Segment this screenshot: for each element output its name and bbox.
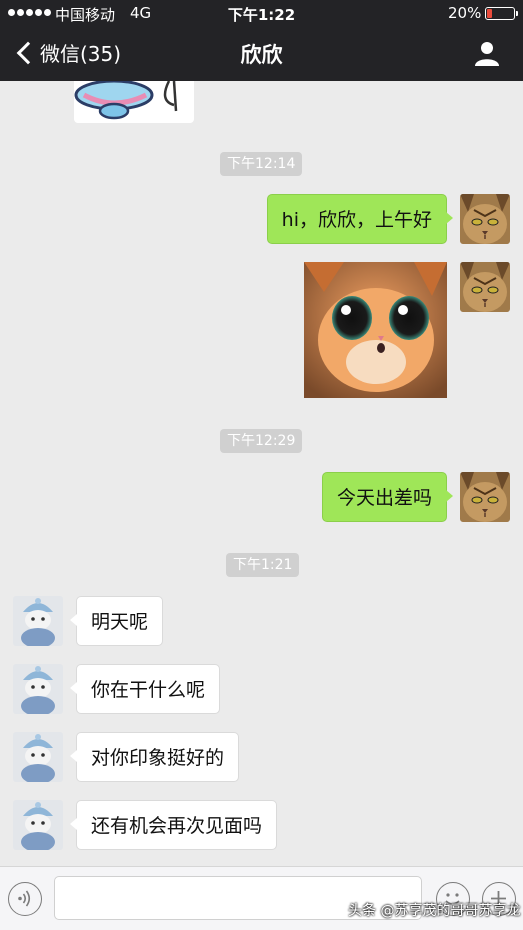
avatar-contact[interactable] [13,800,63,850]
plus-icon[interactable] [482,882,516,916]
avatar-self[interactable] [460,262,510,312]
incoming-message[interactable]: 明天呢 [69,596,164,646]
back-label: 微信(35) [40,42,122,66]
person-icon[interactable] [473,39,501,67]
voice-icon[interactable] [8,882,42,916]
outgoing-message[interactable]: hi，欣欣，上午好 [266,194,454,244]
timestamp: 下午12:29 [220,429,303,453]
chevron-left-icon [16,41,40,64]
nav-bar: 微信(35) 欣欣 [0,26,523,81]
avatar-contact[interactable] [13,732,63,782]
avatar-self[interactable] [460,194,510,244]
avatar-contact[interactable] [13,664,63,714]
back-button[interactable]: 微信(35) [14,38,121,67]
outgoing-message[interactable]: 今天出差吗 [321,472,454,522]
status-bar: 中国移动 4G 下午1:22 20% [0,0,523,26]
emoji-icon[interactable] [436,882,470,916]
battery-level [487,9,492,18]
incoming-message[interactable]: 你在干什么呢 [69,664,221,714]
battery-percent: 20% [448,4,482,22]
sticker-image[interactable] [74,81,194,123]
message-input[interactable] [54,876,422,920]
chat-area[interactable]: 下午12:14 hi，欣欣，上午好 下午12:29 今天出差吗 下午1:21 明… [0,81,523,866]
avatar-contact[interactable] [13,596,63,646]
outgoing-image-message[interactable] [304,262,447,398]
timestamp: 下午1:21 [226,553,300,577]
battery-icon [485,7,518,20]
incoming-message[interactable]: 还有机会再次见面吗 [69,800,278,850]
input-bar [0,866,523,930]
status-time: 下午1:22 [227,6,296,24]
timestamp: 下午12:14 [220,152,303,176]
incoming-message[interactable]: 对你印象挺好的 [69,732,240,782]
avatar-self[interactable] [460,472,510,522]
